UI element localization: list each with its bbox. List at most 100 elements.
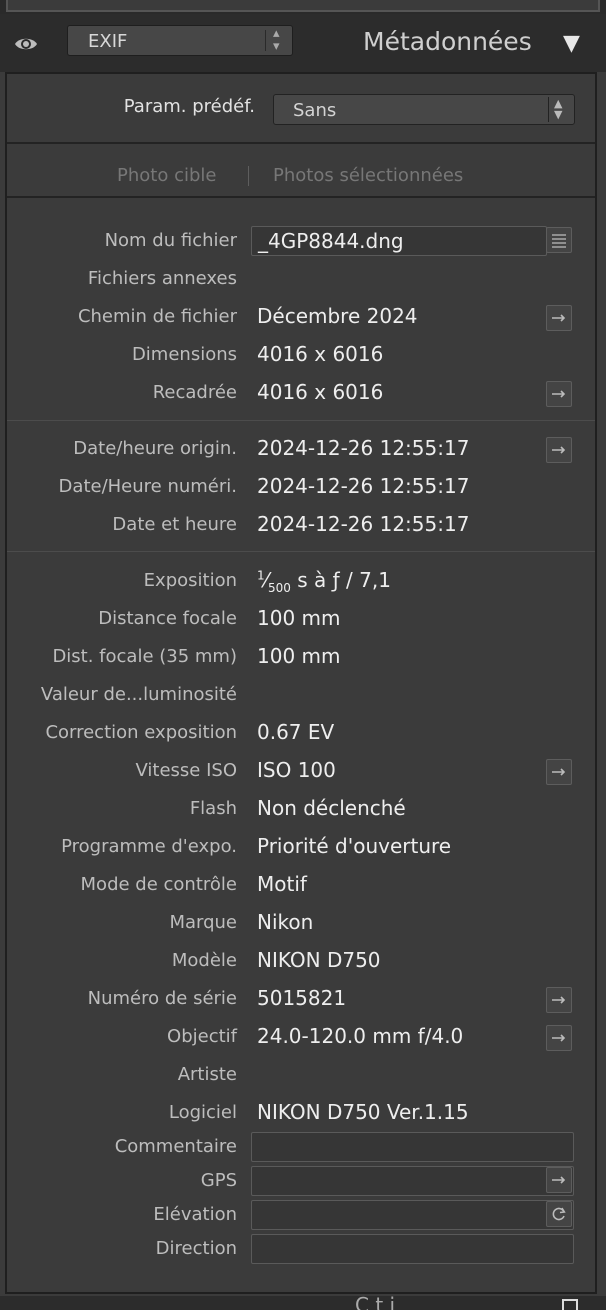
comment-field[interactable] [251, 1132, 574, 1162]
row-date-time: Date et heure 2024-12-26 12:55:17 [7, 508, 597, 542]
field-label: Mode de contrôle [80, 874, 237, 895]
elevation-field[interactable] [251, 1200, 574, 1230]
field-value: 100 mm [257, 606, 341, 630]
row-flash: Flash Non déclenché [7, 792, 597, 826]
collapse-triangle-icon[interactable]: ▼ [563, 31, 580, 56]
field-label: Fichiers annexes [87, 268, 237, 289]
row-metering: Mode de contrôle Motif [7, 868, 597, 902]
row-lens: Objectif 24.0-120.0 mm f/4.0 [7, 1020, 597, 1054]
field-label: Programme d'expo. [61, 836, 237, 857]
exposure-numerator: 1 [257, 568, 265, 583]
field-label: Objectif [167, 1026, 237, 1047]
field-label: Elévation [153, 1204, 237, 1225]
row-filename: Nom du fichier _4GP8844.dng [7, 224, 597, 258]
field-value: 4016 x 6016 [257, 380, 384, 404]
field-value: 100 mm [257, 644, 341, 668]
metadata-panel: Param. prédéf. Sans ▲ ▼ Photo cible Photo… [5, 72, 597, 1294]
exposure-denominator: 500 [267, 581, 291, 595]
row-dimensions: Dimensions 4016 x 6016 [7, 338, 597, 372]
next-panel-header[interactable]: C t i [0, 1296, 606, 1310]
row-focal-length: Distance focale 100 mm [7, 602, 597, 636]
field-label: Date/heure origin. [73, 438, 237, 459]
field-label: GPS [200, 1170, 237, 1191]
row-serial: Numéro de série 5015821 [7, 982, 597, 1016]
field-label: Correction exposition [45, 722, 237, 743]
metadata-mode-value: EXIF [88, 31, 128, 52]
field-value: ISO 100 [257, 758, 336, 782]
direction-field[interactable] [251, 1234, 574, 1264]
field-label: Nom du fichier [104, 230, 237, 251]
tab-target-photo[interactable]: Photo cible [117, 165, 216, 186]
field-value: 4016 x 6016 [257, 342, 384, 366]
refresh-icon[interactable] [546, 1201, 572, 1227]
field-label: Direction [155, 1238, 237, 1259]
row-focal-35: Dist. focale (35 mm) 100 mm [7, 640, 597, 674]
row-cropped: Recadrée 4016 x 6016 [7, 376, 597, 410]
field-label: Distance focale [98, 608, 237, 629]
row-elevation: Elévation [7, 1198, 597, 1232]
updown-arrows-icon: ▲ ▼ [554, 97, 563, 121]
tab-separator [248, 166, 249, 186]
goto-arrow-icon[interactable] [546, 305, 572, 331]
row-artist: Artiste [7, 1058, 597, 1092]
field-label: Flash [189, 798, 237, 819]
preset-select[interactable]: Sans ▲ ▼ [273, 94, 575, 125]
field-label: Date et heure [112, 514, 237, 535]
field-label: Chemin de fichier [77, 306, 237, 327]
field-label: Recadrée [152, 382, 237, 403]
next-panel-title: C t i [355, 1296, 396, 1310]
filename-field[interactable]: _4GP8844.dng [251, 226, 547, 256]
previous-panel-edge [0, 0, 606, 14]
tab-selected-photos[interactable]: Photos sélectionnées [273, 165, 463, 186]
row-date-digitized: Date/Heure numéri. 2024-12-26 12:55:17 [7, 470, 597, 504]
row-program: Programme d'expo. Priorité d'ouverture [7, 830, 597, 864]
goto-arrow-icon[interactable] [546, 1025, 572, 1051]
goto-arrow-icon[interactable] [546, 381, 572, 407]
row-exposure: Exposition 1⁄500 s à ƒ / 7,1 [7, 564, 597, 598]
row-software: Logiciel NIKON D750 Ver.1.15 [7, 1096, 597, 1130]
field-value: 0.67 EV [257, 720, 335, 744]
row-folder: Chemin de fichier Décembre 2024 [7, 300, 597, 334]
field-label: Exposition [143, 570, 237, 591]
metadata-panel-header[interactable]: EXIF ▴ ▾ Métadonnées ▼ [0, 14, 606, 72]
field-label: Dist. focale (35 mm) [52, 646, 237, 667]
goto-arrow-icon[interactable] [546, 759, 572, 785]
gps-field[interactable] [251, 1166, 574, 1196]
field-label: Logiciel [168, 1102, 237, 1123]
field-value: Non déclenché [257, 796, 406, 820]
field-label: Modèle [171, 950, 237, 971]
row-comment: Commentaire [7, 1130, 597, 1164]
field-value: Motif [257, 872, 307, 896]
row-make: Marque Nikon [7, 906, 597, 940]
preset-label: Param. prédéf. [123, 96, 255, 117]
panel-checkbox[interactable] [562, 1299, 578, 1310]
row-direction: Direction [7, 1232, 597, 1266]
select-divider [265, 30, 266, 51]
goto-arrow-icon[interactable] [546, 987, 572, 1013]
field-value: 2024-12-26 12:55:17 [257, 436, 470, 460]
metadata-mode-select[interactable]: EXIF ▴ ▾ [67, 25, 293, 56]
updown-arrows-icon: ▴ ▾ [273, 26, 280, 54]
goto-arrow-icon[interactable] [546, 1167, 572, 1193]
list-icon[interactable] [546, 227, 572, 253]
field-value: 2024-12-26 12:55:17 [257, 474, 470, 498]
field-value: Nikon [257, 910, 314, 934]
field-value: Décembre 2024 [257, 304, 418, 328]
field-value: NIKON D750 Ver.1.15 [257, 1100, 469, 1124]
field-label: Artiste [177, 1064, 237, 1085]
panel-title: Métadonnées [363, 27, 532, 56]
row-model: Modèle NIKON D750 [7, 944, 597, 978]
field-value: 24.0-120.0 mm f/4.0 [257, 1024, 464, 1048]
select-divider [548, 97, 549, 122]
field-label: Numéro de série [87, 988, 237, 1009]
goto-arrow-icon[interactable] [546, 437, 572, 463]
field-label: Commentaire [114, 1136, 237, 1157]
eye-icon[interactable] [14, 32, 38, 56]
field-value: 2024-12-26 12:55:17 [257, 512, 470, 536]
field-value: NIKON D750 [257, 948, 381, 972]
field-label: Vitesse ISO [135, 760, 237, 781]
field-label: Marque [169, 912, 237, 933]
section-divider [7, 551, 595, 552]
section-divider [7, 420, 595, 421]
preset-value: Sans [293, 100, 337, 121]
